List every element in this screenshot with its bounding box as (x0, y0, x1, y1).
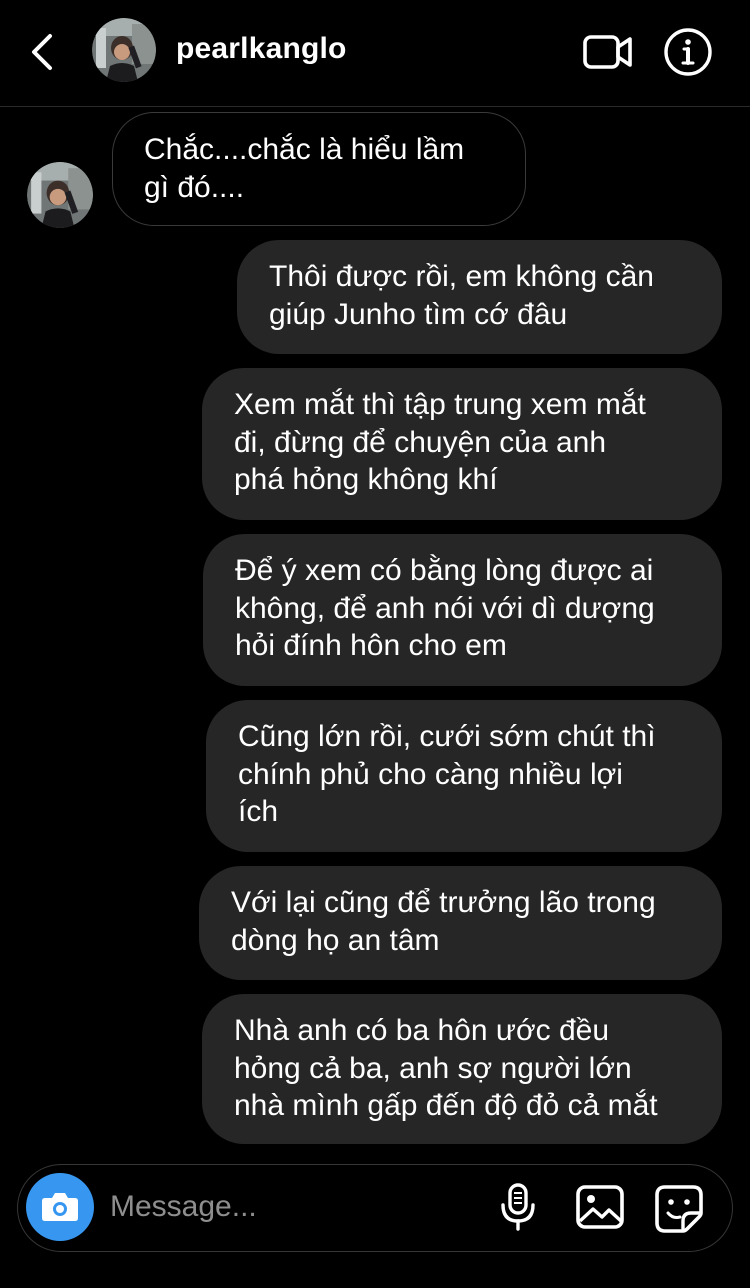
chevron-left-icon (32, 34, 52, 70)
camera-button[interactable] (26, 1173, 94, 1241)
conversation-info-button[interactable] (662, 26, 714, 78)
sent-message-bubble[interactable]: Để ý xem có bằng lòng được ai không, để … (203, 534, 722, 686)
sticker-button[interactable] (653, 1183, 705, 1235)
message-composer (17, 1164, 733, 1252)
photo-gallery-button[interactable] (574, 1183, 626, 1231)
sent-message-bubble[interactable]: Nhà anh có ba hôn ước đều hỏng cả ba, an… (202, 994, 722, 1144)
microphone-icon (501, 1183, 535, 1231)
sent-message-bubble[interactable]: Cũng lớn rồi, cưới sớm chút thì chính ph… (206, 700, 722, 852)
profile-photo-icon (27, 162, 93, 228)
avatar[interactable] (92, 18, 156, 82)
sticker-icon (655, 1185, 703, 1233)
sender-avatar[interactable] (27, 162, 93, 228)
sent-message-bubble[interactable]: Với lại cũng để trưởng lão trong dòng họ… (199, 866, 722, 980)
image-gallery-icon (576, 1185, 624, 1229)
camera-icon (42, 1193, 78, 1221)
voice-message-button[interactable] (496, 1181, 540, 1233)
video-camera-icon (583, 35, 632, 69)
back-button[interactable] (22, 28, 66, 76)
video-call-button[interactable] (580, 28, 636, 76)
chat-header: pearlkanglo (0, 0, 750, 107)
sent-message-bubble[interactable]: Xem mắt thì tập trung xem mắt đi, đừng đ… (202, 368, 722, 520)
chat-username[interactable]: pearlkanglo (176, 32, 347, 66)
info-icon (664, 28, 712, 76)
sent-message-bubble[interactable]: Thôi được rồi, em không cần giúp Junho t… (237, 240, 722, 354)
message-input[interactable] (110, 1185, 470, 1229)
profile-photo-icon (92, 18, 156, 82)
received-message-bubble[interactable]: Chắc....chắc là hiểu lầm gì đó.... (112, 112, 526, 226)
